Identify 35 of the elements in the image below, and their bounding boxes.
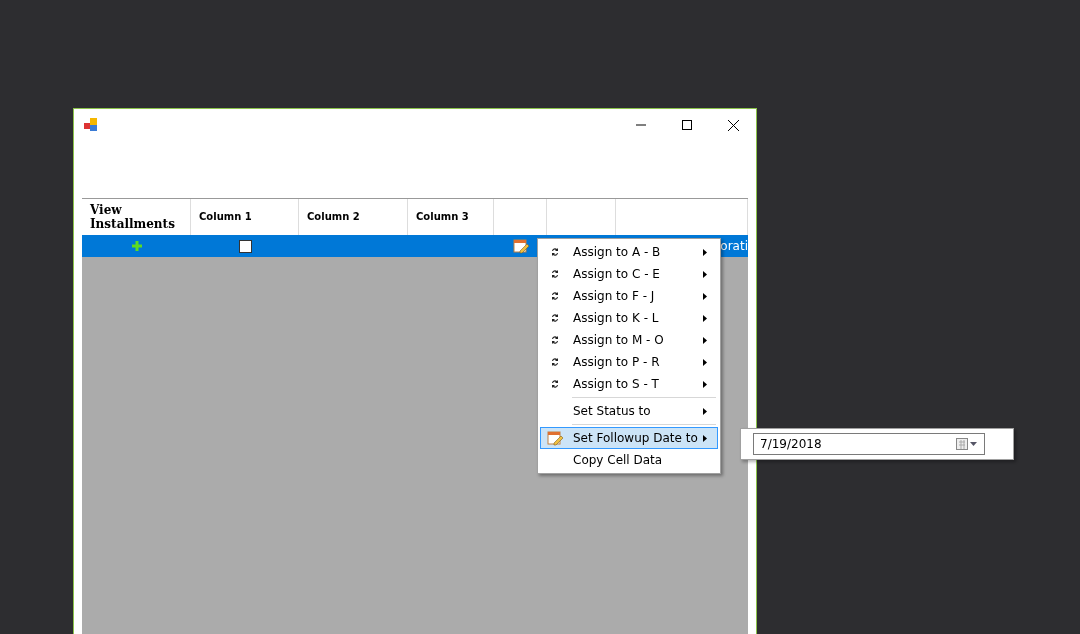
submenu-arrow-icon xyxy=(703,270,707,278)
submenu-arrow-icon xyxy=(703,292,707,300)
menu-item[interactable]: Assign to K - L xyxy=(540,307,718,329)
menu-item[interactable]: Assign to C - E xyxy=(540,263,718,285)
submenu-arrow-icon xyxy=(703,434,707,442)
submenu-arrow-icon xyxy=(703,380,707,388)
plus-icon[interactable] xyxy=(131,241,142,251)
submenu-arrow-icon xyxy=(703,407,707,415)
calendar-dropdown-icon[interactable] xyxy=(956,438,978,450)
submenu-arrow-icon xyxy=(703,336,707,344)
menu-item[interactable]: Set Status to xyxy=(540,400,718,422)
checkbox[interactable] xyxy=(238,239,252,253)
calendar-pencil-icon xyxy=(547,430,563,446)
menu-item[interactable]: Copy Cell Data xyxy=(540,449,718,471)
date-field[interactable]: 7/19/2018 xyxy=(753,433,985,455)
app-icon xyxy=(84,118,98,132)
menu-item[interactable]: Assign to S - T xyxy=(540,373,718,395)
submenu-arrow-icon xyxy=(703,248,707,256)
refresh-icon xyxy=(550,334,560,346)
calendar-pencil-icon xyxy=(512,238,529,254)
refresh-icon xyxy=(550,378,560,390)
refresh-icon xyxy=(550,268,560,280)
submenu-arrow-icon xyxy=(703,314,707,322)
table-cell: orati xyxy=(720,239,748,253)
menu-item[interactable]: Set Followup Date to xyxy=(540,427,718,449)
menu-item[interactable]: Assign to M - O xyxy=(540,329,718,351)
close-icon xyxy=(727,119,739,131)
refresh-icon xyxy=(550,356,560,368)
menu-item[interactable]: Assign to F - J xyxy=(540,285,718,307)
refresh-icon xyxy=(550,290,560,302)
refresh-icon xyxy=(550,246,560,258)
submenu-arrow-icon xyxy=(703,358,707,366)
menu-item[interactable]: Assign to P - R xyxy=(540,351,718,373)
refresh-icon xyxy=(550,312,560,324)
maximize-icon xyxy=(682,120,692,130)
